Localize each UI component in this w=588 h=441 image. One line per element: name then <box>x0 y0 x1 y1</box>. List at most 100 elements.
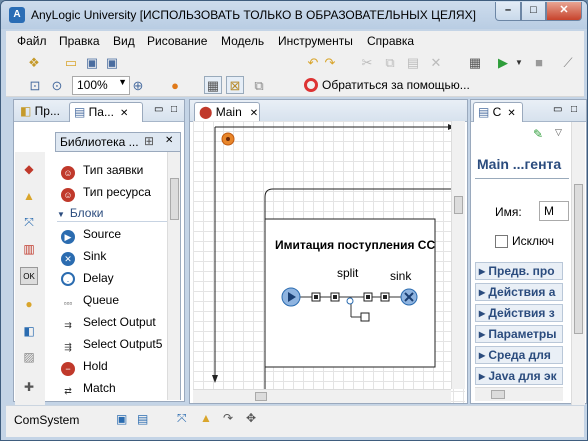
menu-model[interactable]: Модель <box>221 34 264 48</box>
close-button[interactable]: ✕ <box>546 2 582 21</box>
properties-hscroll-thumb[interactable] <box>491 390 505 399</box>
list-item[interactable]: ⇶ Select Output5 <box>61 337 162 355</box>
close-icon[interactable]: ✕ <box>507 108 515 119</box>
tab-main[interactable]: ⬤ Main ✕ <box>194 102 260 122</box>
layout-icon[interactable]: ⧉ <box>250 77 268 95</box>
console-icon[interactable]: ▣ <box>116 412 127 426</box>
list-item[interactable]: ✕ Sink <box>61 249 106 267</box>
zoom-fit-icon[interactable]: ⊡ <box>26 77 44 95</box>
name-field[interactable]: M <box>539 201 569 221</box>
run-dropdown-icon[interactable]: ▼ <box>510 54 528 72</box>
section-java[interactable]: ▸ Java для эк <box>475 367 563 385</box>
menu-draw[interactable]: Рисование <box>147 34 207 48</box>
menu-file[interactable]: Файл <box>17 34 47 48</box>
graphical-editor-canvas[interactable]: Имитация поступления СС split sink <box>193 121 465 403</box>
menu-tools[interactable]: Инструменты <box>278 34 353 48</box>
maximize-panel-icon[interactable]: □ <box>567 102 581 122</box>
connectivity-icon[interactable]: ◧ <box>20 322 38 340</box>
list-item[interactable]: ☺ Тип ресурса <box>61 185 151 203</box>
list-item[interactable]: ⇉ Select Output <box>61 315 156 333</box>
transition-icon[interactable]: ↷ <box>223 411 233 425</box>
move-icon[interactable]: ✥ <box>246 411 256 425</box>
grid-view-icon[interactable]: ⊞ <box>144 134 154 148</box>
redo-icon[interactable]: ↷ <box>321 54 339 72</box>
save-icon[interactable]: ▣ <box>83 54 101 72</box>
close-icon[interactable]: ✕ <box>250 108 258 119</box>
palette-header: Библиотека ... ⊞ ✕ <box>55 132 181 152</box>
copy-icon[interactable]: ⧉ <box>381 54 399 72</box>
build-icon[interactable]: ▦ <box>466 54 484 72</box>
palette-scrollbar[interactable] <box>167 152 180 400</box>
delete-icon[interactable]: ✕ <box>427 54 445 72</box>
properties-hscrollbar[interactable] <box>475 387 563 401</box>
shapes-icon[interactable]: ▲ <box>20 187 38 205</box>
tab-projects[interactable]: ◧ Пр... <box>16 102 64 122</box>
section-environment[interactable]: ▸ Среда для <box>475 346 563 364</box>
save-all-icon[interactable]: ▣ <box>103 54 121 72</box>
open-folder-icon[interactable]: ▭ <box>62 54 80 72</box>
properties-scroll-thumb[interactable] <box>574 184 583 334</box>
undo-icon[interactable]: ↶ <box>304 54 322 72</box>
zoom-select[interactable]: 100% ▼ <box>72 76 130 95</box>
chevron-down-icon[interactable]: ▽ <box>555 127 562 138</box>
projects-icon: ◧ <box>20 104 35 118</box>
minimize-button[interactable]: – <box>495 2 521 21</box>
select-output-icon: ⇉ <box>61 318 75 332</box>
analysis-icon[interactable]: ▥ <box>20 240 38 258</box>
grid-icon[interactable]: ▦ <box>204 76 222 94</box>
process-library-icon[interactable]: ◆ <box>20 160 38 178</box>
minimize-panel-icon[interactable]: ▭ <box>150 102 167 122</box>
wand-icon[interactable]: ⟋ <box>559 54 577 72</box>
map-pin-icon[interactable]: ● <box>166 77 184 95</box>
list-item[interactable]: ▫▫▫ Queue <box>61 293 119 311</box>
status-bar: ComSystem ▣ ▤ ⤧ ▲ ↷ ✥ <box>6 405 584 437</box>
list-item[interactable]: ☺ Тип заявки <box>61 163 143 181</box>
split-block[interactable] <box>346 297 354 305</box>
section-blocks[interactable]: ▼ Блоки <box>57 206 167 222</box>
list-item[interactable]: ▶ Source <box>61 227 121 245</box>
problems-icon[interactable]: ▤ <box>137 412 148 426</box>
close-icon[interactable]: ✕ <box>165 135 173 146</box>
section-preview[interactable]: ▸ Предв. про <box>475 262 563 280</box>
connect-mode-icon[interactable]: ⊠ <box>226 76 244 94</box>
cut-icon[interactable]: ✂ <box>358 54 376 72</box>
add-icon[interactable]: ✚ <box>20 378 38 396</box>
agent-icon[interactable]: ● <box>20 295 38 313</box>
pictures-icon[interactable]: ▨ <box>20 348 38 366</box>
tab-palette[interactable]: ▤ Па... ✕ <box>69 102 143 122</box>
state-chart-icon[interactable]: ⤧ <box>177 411 187 426</box>
list-item[interactable]: − Hold <box>61 359 108 377</box>
port-dot <box>333 295 337 299</box>
editor-vscroll-thumb[interactable] <box>454 196 463 214</box>
stop-icon[interactable]: ■ <box>530 54 548 72</box>
maximize-panel-icon[interactable]: □ <box>167 102 181 122</box>
menu-help[interactable]: Справка <box>367 34 414 48</box>
properties-scrollbar[interactable] <box>571 122 585 405</box>
zoom-in-icon[interactable]: ⊕ <box>129 77 147 95</box>
menu-edit[interactable]: Правка <box>59 34 100 48</box>
maximize-button[interactable]: □ <box>521 2 546 21</box>
new-model-icon[interactable]: ❖ <box>25 54 43 72</box>
close-icon[interactable]: ✕ <box>120 108 128 119</box>
menu-view[interactable]: Вид <box>113 34 135 48</box>
list-item[interactable]: ⇄ Match <box>61 381 116 399</box>
minimize-panel-icon[interactable]: ▭ <box>549 102 566 122</box>
pin-icon[interactable]: ✎ <box>533 127 543 141</box>
paste-icon[interactable]: ▤ <box>404 54 422 72</box>
editor-hscroll-thumb[interactable] <box>255 392 267 401</box>
source-icon: ▶ <box>61 230 75 244</box>
tab-properties[interactable]: ▤ С ✕ <box>473 102 523 122</box>
state-icon[interactable]: ⤧ <box>20 213 38 231</box>
editor-hscrollbar[interactable] <box>193 389 451 403</box>
list-item[interactable]: · Delay <box>61 271 114 289</box>
exclude-checkbox[interactable] <box>495 235 508 248</box>
palette-scroll-thumb[interactable] <box>170 178 179 220</box>
section-actions-z[interactable]: ▸ Действия з <box>475 304 563 322</box>
section-actions-a[interactable]: ▸ Действия а <box>475 283 563 301</box>
get-help-button[interactable]: Обратиться за помощью... <box>304 78 470 92</box>
editor-vscrollbar[interactable] <box>451 121 465 389</box>
controls-icon[interactable]: OK <box>20 267 38 285</box>
section-parameters[interactable]: ▸ Параметры <box>475 325 563 343</box>
shapes-icon[interactable]: ▲ <box>200 411 212 425</box>
zoom-100-icon[interactable]: ⊙ <box>48 77 66 95</box>
